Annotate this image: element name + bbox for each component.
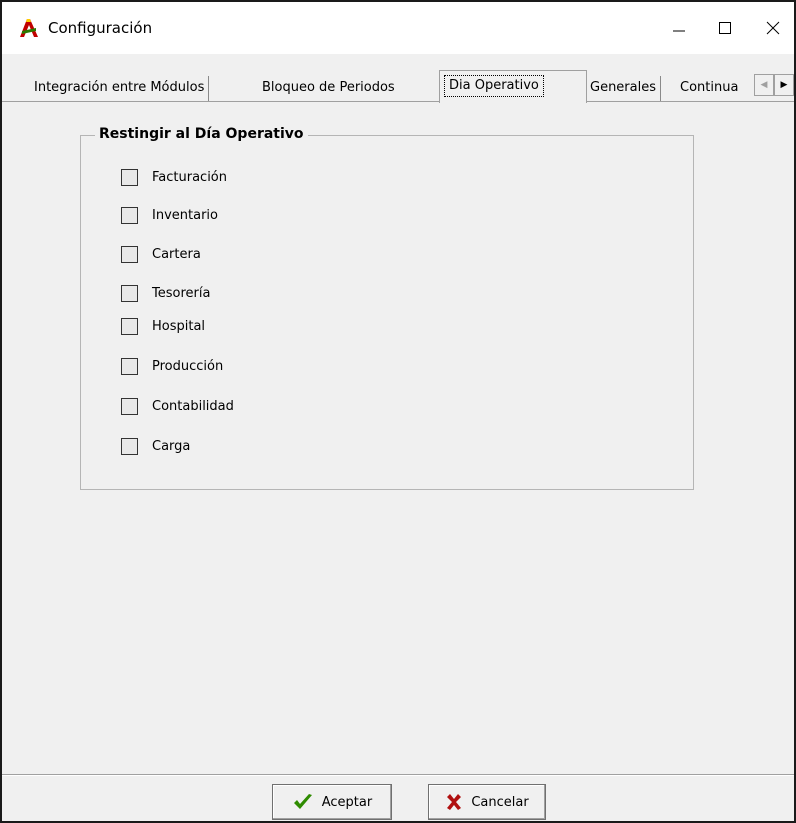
checkbox-label: Facturación: [152, 170, 227, 185]
group-title: Restingir al Día Operativo: [95, 126, 308, 142]
checkbox-label: Hospital: [152, 319, 206, 334]
minimize-button[interactable]: [656, 2, 702, 54]
close-icon: [766, 21, 780, 35]
checkbox-box[interactable]: [121, 318, 138, 335]
app-logo-icon: [18, 17, 40, 39]
checkbox-box[interactable]: [121, 207, 138, 224]
tab-scroll-left-button[interactable]: ◀: [754, 74, 774, 96]
checkbox-box[interactable]: [121, 285, 138, 302]
accept-button[interactable]: Aceptar: [272, 784, 392, 820]
window-title: Configuración: [48, 19, 153, 37]
checkbox-carga[interactable]: Carga: [121, 438, 190, 455]
tab-scroll-arrows: ◀ ▶: [754, 74, 794, 98]
checkbox-box[interactable]: [121, 246, 138, 263]
checkbox-label: Producción: [152, 359, 224, 374]
checkbox-box[interactable]: [121, 398, 138, 415]
configuration-window: Configuración Integración entre Módulos …: [0, 0, 796, 823]
title-bar: Configuración: [2, 2, 794, 54]
tab-continua[interactable]: Continua: [676, 76, 756, 102]
checkbox-contabilidad[interactable]: Contabilidad: [121, 398, 234, 415]
tab-generales[interactable]: Generales: [586, 76, 662, 102]
checkbox-label: Carga: [152, 439, 191, 454]
checkbox-label: Cartera: [152, 247, 201, 262]
checkbox-box[interactable]: [121, 169, 138, 186]
tab-strip: Integración entre Módulos Bloqueo de Per…: [2, 70, 794, 103]
checkbox-label: Contabilidad: [152, 399, 234, 414]
tab-label: Integración entre Módulos: [34, 80, 205, 95]
x-mark-icon: [445, 793, 463, 811]
checkmark-icon: [292, 792, 314, 812]
triangle-right-icon: ▶: [780, 80, 788, 90]
checkbox-tesoreria[interactable]: Tesorería: [121, 285, 210, 302]
tab-scroll-right-button[interactable]: ▶: [774, 74, 794, 96]
accept-label: Aceptar: [321, 794, 373, 810]
restrict-operating-day-group: Restingir al Día Operativo Facturación I…: [80, 126, 694, 490]
checkbox-inventario[interactable]: Inventario: [121, 207, 218, 224]
maximize-button[interactable]: [702, 2, 748, 54]
tab-label: Generales: [590, 80, 657, 95]
dialog-footer: Aceptar Cancelar: [2, 776, 794, 821]
checkbox-produccion[interactable]: Producción: [121, 358, 223, 375]
tab-dia-operativo[interactable]: Dia Operativo: [439, 70, 587, 103]
close-button[interactable]: [750, 2, 794, 54]
tab-bloqueo-periodos[interactable]: Bloqueo de Periodos: [258, 76, 399, 102]
checkbox-cartera[interactable]: Cartera: [121, 246, 201, 263]
checkbox-label: Inventario: [152, 208, 218, 223]
maximize-icon: [719, 22, 731, 34]
checkbox-hospital[interactable]: Hospital: [121, 318, 205, 335]
tab-label: Dia Operativo: [444, 75, 544, 97]
tab-label: Continua: [680, 80, 739, 95]
checkbox-box[interactable]: [121, 358, 138, 375]
cancel-label: Cancelar: [471, 794, 529, 810]
tab-label: Bloqueo de Periodos: [262, 80, 395, 95]
triangle-left-icon: ◀: [760, 80, 768, 90]
minimize-icon: [673, 30, 685, 32]
checkbox-facturacion[interactable]: Facturación: [121, 169, 227, 186]
checkbox-label: Tesorería: [152, 286, 211, 301]
tab-integracion[interactable]: Integración entre Módulos: [30, 76, 210, 102]
cancel-button[interactable]: Cancelar: [428, 784, 546, 820]
checkbox-box[interactable]: [121, 438, 138, 455]
